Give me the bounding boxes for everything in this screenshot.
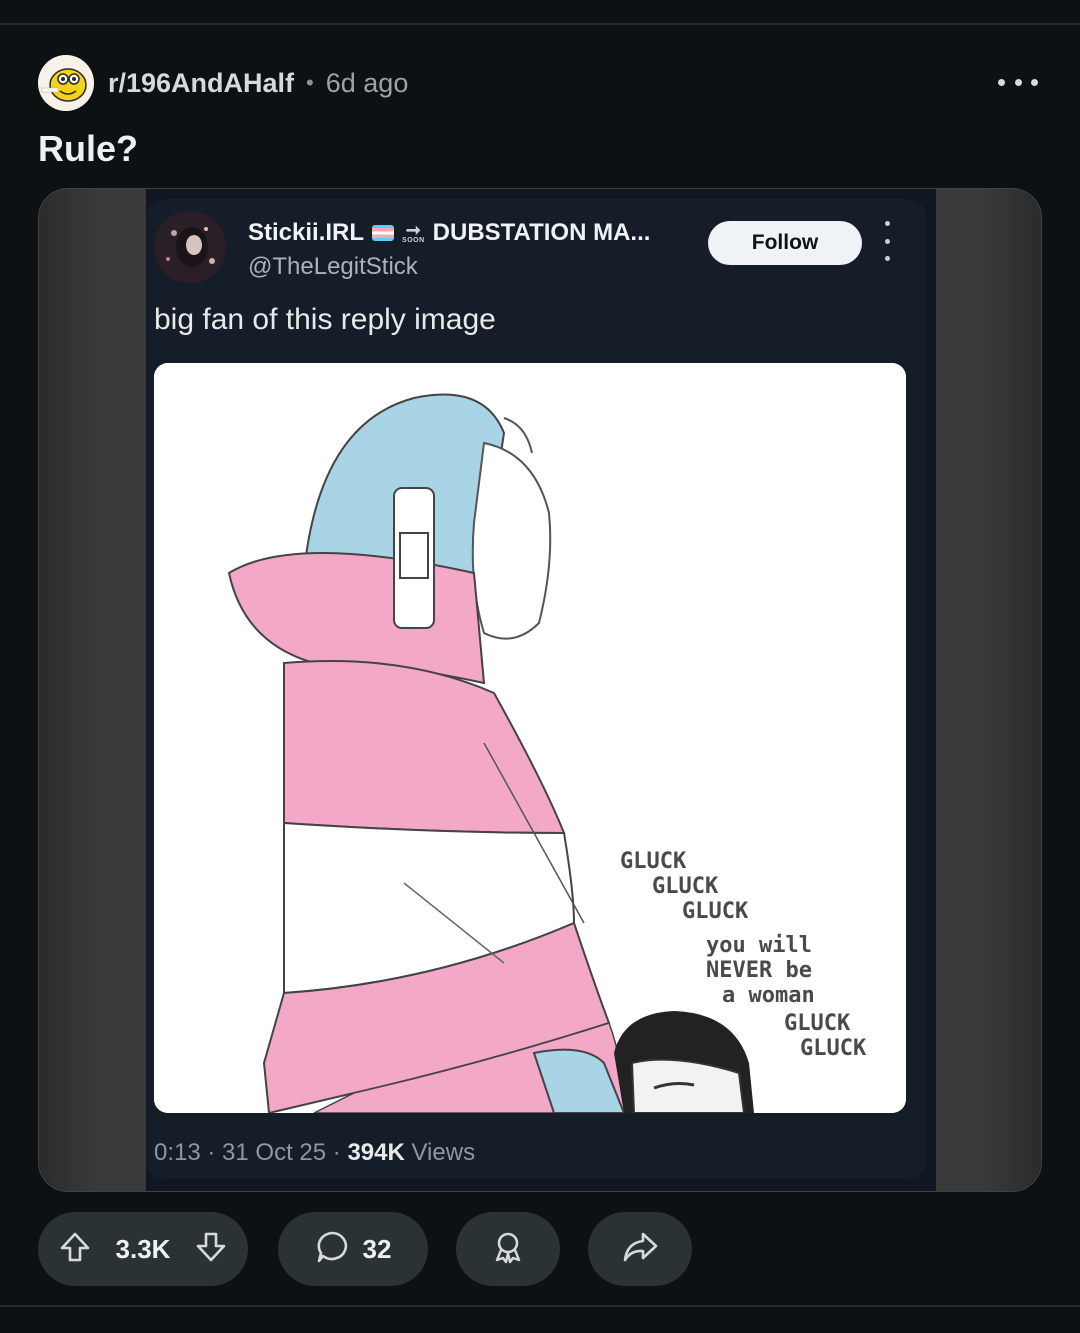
- comment-count: 32: [362, 1233, 392, 1264]
- tweet-screenshot: Stickii.IRL ➞ SOON DUBSTATION MA... @The…: [146, 189, 936, 1191]
- comments-button[interactable]: 32: [278, 1212, 428, 1286]
- tweet-more-icon: [882, 221, 892, 261]
- award-button[interactable]: [456, 1212, 560, 1286]
- tweet-meta: 0:13 · 31 Oct 25 · 394K Views: [154, 1139, 475, 1167]
- arrow-glyph: ➞: [405, 219, 421, 240]
- award-icon: [490, 1229, 526, 1270]
- comic-text-gluck-top: GLUCK GLUCK GLUCK: [620, 849, 748, 924]
- tweet-text: big fan of this reply image: [154, 303, 496, 336]
- share-icon: [621, 1229, 659, 1270]
- comment-icon: [315, 1229, 351, 1270]
- soon-arrow-icon: ➞ SOON: [402, 219, 425, 244]
- vote-pill: 3.3K: [38, 1212, 248, 1286]
- post-time: 6d ago: [325, 67, 409, 98]
- tweet-author-name: Stickii.IRL ➞ SOON DUBSTATION MA...: [248, 219, 650, 247]
- tweet-author-avatar: [154, 211, 226, 283]
- trans-flag-icon: [372, 225, 395, 241]
- views-count: 394K: [347, 1139, 405, 1166]
- subreddit-name[interactable]: r/196AndAHalf: [108, 68, 294, 99]
- comic-line: GLUCK: [682, 899, 749, 924]
- comic-line: a woman: [722, 983, 815, 1008]
- comic-line: NEVER be: [706, 958, 812, 983]
- display-name: Stickii.IRL: [248, 219, 365, 246]
- follow-button: Follow: [708, 221, 862, 265]
- bottom-divider: [0, 1305, 1080, 1307]
- comic-line: GLUCK: [652, 874, 719, 899]
- comic-line: GLUCK: [620, 849, 687, 874]
- comic-text-message: you will NEVER be a woman: [706, 933, 815, 1008]
- comic-line: GLUCK: [784, 1011, 851, 1036]
- post-action-bar: 3.3K 32: [38, 1212, 692, 1286]
- share-button[interactable]: [588, 1212, 692, 1286]
- comic-line: you will: [706, 933, 812, 958]
- tweet-card: Stickii.IRL ➞ SOON DUBSTATION MA... @The…: [146, 199, 926, 1179]
- top-divider: [0, 23, 1080, 25]
- tweet-image: GLUCK GLUCK GLUCK you will NEVER be a wo…: [154, 363, 906, 1113]
- comic-line: GLUCK: [800, 1036, 867, 1061]
- post-header: r/196AndAHalf • 6d ago: [38, 55, 1042, 111]
- downvote-icon[interactable]: [194, 1230, 228, 1269]
- more-options-icon[interactable]: [998, 67, 1038, 97]
- tweet-time-date: 0:13 · 31 Oct 25 ·: [154, 1139, 348, 1166]
- display-name-suffix: DUBSTATION MA...: [432, 219, 651, 246]
- subreddit-avatar[interactable]: [38, 55, 94, 111]
- post-media[interactable]: Stickii.IRL ➞ SOON DUBSTATION MA... @The…: [38, 188, 1042, 1192]
- upvote-icon[interactable]: [58, 1230, 92, 1269]
- vote-count: 3.3K: [115, 1233, 171, 1264]
- tweet-handle: @TheLegitStick: [248, 253, 418, 280]
- comic-text-gluck-bottom: GLUCK GLUCK: [784, 1011, 866, 1061]
- separator-dot: •: [306, 70, 314, 95]
- post-title[interactable]: Rule?: [38, 128, 138, 170]
- views-label: Views: [404, 1139, 476, 1166]
- soon-label: SOON: [402, 236, 425, 244]
